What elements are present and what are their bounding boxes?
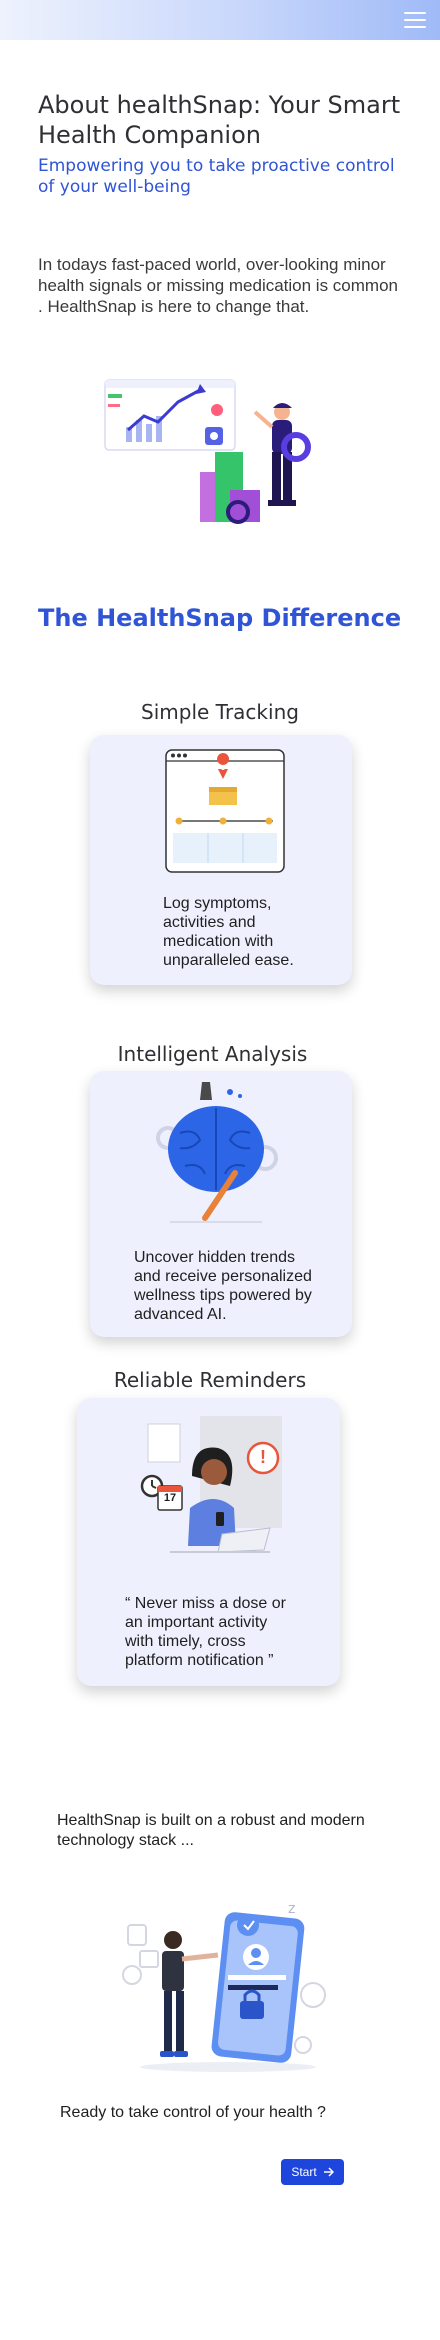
- start-button-label: Start: [291, 2165, 317, 2179]
- feature-text-analysis: Uncover hidden trends and receive person…: [134, 1249, 312, 1323]
- section-title-difference: The HealthSnap Difference: [38, 604, 402, 632]
- tracking-illustration: [165, 749, 285, 873]
- page-title: About healthSnap: Your Smart Health Comp…: [38, 91, 401, 149]
- alert-icon: !: [260, 1447, 266, 1467]
- calendar-day-label: 17: [163, 1492, 177, 1504]
- tech-stack-text: HealthSnap is built on a robust and mode…: [57, 1812, 365, 1849]
- intro-paragraph: In todays fast-paced world, over-looking…: [38, 255, 398, 316]
- start-button[interactable]: Start: [281, 2159, 344, 2185]
- reminder-illustration: 17 !: [130, 1416, 290, 1571]
- page-subtitle: Empowering you to take proactive control…: [38, 156, 395, 197]
- analytics-illustration: [104, 379, 311, 524]
- cta-text: Ready to take control of your health ?: [60, 2104, 326, 2121]
- feature-title-reminders: Reliable Reminders: [113, 1368, 307, 1392]
- feature-text-tracking: Log symptoms, activities and medication …: [163, 895, 294, 969]
- svg-text:z: z: [288, 1901, 295, 1917]
- ai-brain-illustration: [156, 1082, 278, 1223]
- top-navigation-bar: [0, 0, 440, 40]
- feature-text-reminders: “ Never miss a dose or an important acti…: [125, 1595, 286, 1669]
- feature-title-analysis: Intelligent Analysis: [117, 1042, 308, 1066]
- arrow-right-icon: [323, 2167, 334, 2177]
- feature-title-tracking: Simple Tracking: [141, 700, 299, 724]
- hamburger-menu-icon[interactable]: [402, 9, 428, 31]
- secure-login-illustration: z: [122, 1901, 326, 2072]
